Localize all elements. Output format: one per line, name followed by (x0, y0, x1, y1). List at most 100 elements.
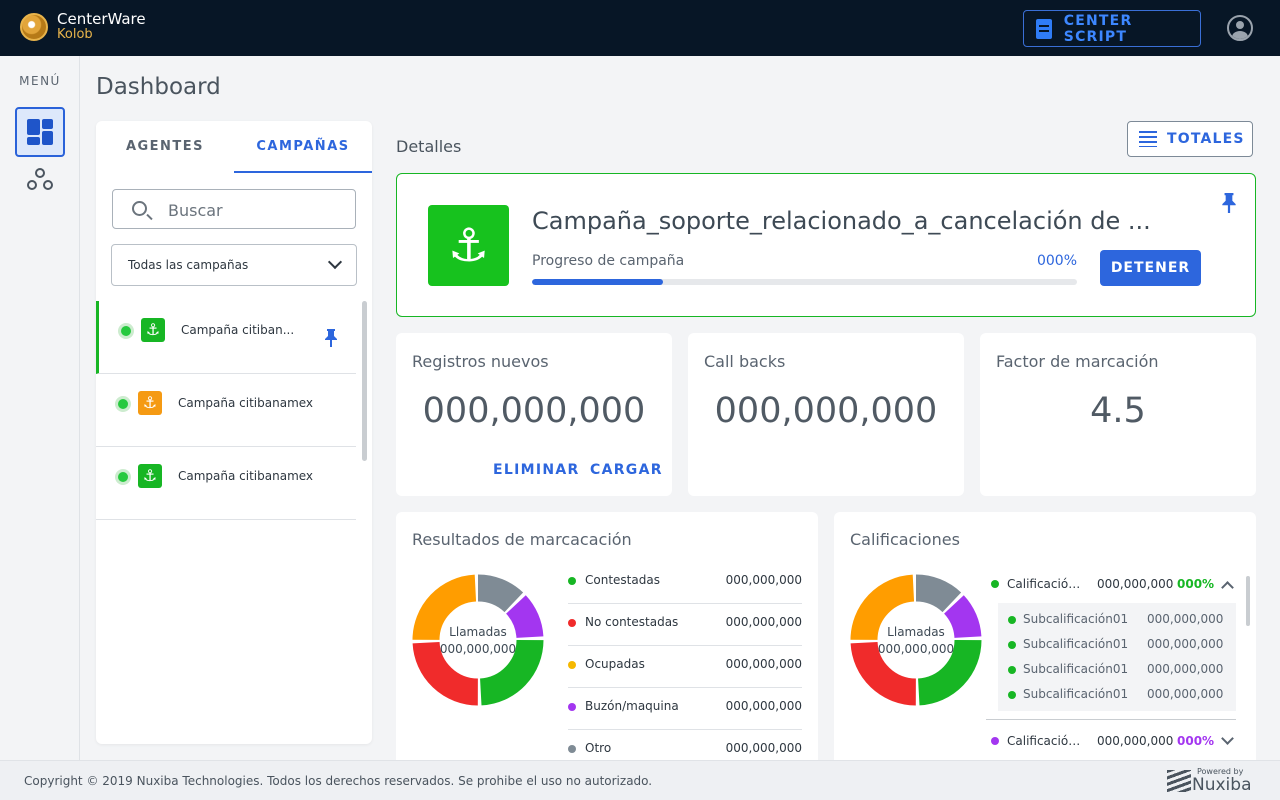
brand-sub: Kolob (57, 27, 93, 42)
campaign-list-item[interactable]: ⚓ Campaña citibanamex (96, 374, 356, 447)
search-icon (132, 201, 147, 216)
legend-name: Otro (585, 741, 612, 755)
legend-dot (1008, 616, 1016, 624)
legend-name: No contestadas (585, 615, 679, 629)
delete-button[interactable]: ELIMINAR (493, 462, 580, 478)
scrollbar[interactable] (362, 301, 367, 461)
qualification-value: 000,000,000 (1097, 734, 1174, 748)
stop-button[interactable]: DETENER (1100, 250, 1201, 286)
anchor-icon: ⚓ (138, 391, 162, 415)
stat-card-callbacks: Call backs 000,000,000 (688, 333, 964, 496)
legend-name: Contestadas (585, 573, 660, 587)
campaign-name: Campaña citibanamex (178, 469, 314, 483)
status-dot (121, 326, 131, 336)
search-box (112, 189, 356, 229)
progress-bar (532, 279, 1077, 285)
campaign-list-item[interactable]: ⚓ Campaña citibanamex (96, 447, 356, 520)
document-icon (1036, 18, 1052, 39)
anchor-icon: ⚓ (138, 464, 162, 488)
dashboard-menu-icon[interactable] (15, 107, 65, 157)
pin-icon[interactable] (1222, 193, 1236, 213)
side-menu: MENÚ (0, 56, 80, 760)
subqualification-name: Subcalificación01 (1023, 637, 1129, 651)
menu-label: MENÚ (19, 74, 61, 88)
center-script-button[interactable]: CENTER SCRIPT (1023, 10, 1201, 47)
stat-label: Registros nuevos (412, 352, 549, 371)
subqualification-value: 000,000,000 (1147, 687, 1224, 701)
campaigns-menu-icon[interactable] (27, 168, 55, 194)
legend-value: 000,000,000 (725, 741, 802, 755)
legend-value: 000,000,000 (725, 657, 802, 671)
qualification-name: Calificación... (1007, 734, 1087, 748)
subqualification-row: Subcalificación01 000,000,000 (1008, 685, 1228, 705)
anchor-icon: ⚓ (141, 318, 165, 342)
tab-campanas[interactable]: CAMPAÑAS (234, 121, 372, 173)
donut-center-label: Llamadas (887, 625, 945, 639)
copyright-text: Copyright © 2019 Nuxiba Technologies. To… (24, 774, 653, 788)
donut-center-text: Llamadas 000,000,000 (412, 624, 544, 658)
qualification-percent: 000% (1177, 734, 1215, 748)
card-title: Calificaciones (850, 530, 960, 549)
load-button[interactable]: CARGAR (590, 462, 663, 478)
legend-dot (568, 577, 576, 585)
chevron-up-icon[interactable] (1221, 581, 1234, 594)
footer: Copyright © 2019 Nuxiba Technologies. To… (0, 760, 1280, 800)
qualification-row[interactable]: Calificación... 000,000,000 000% (990, 731, 1234, 755)
tab-agentes[interactable]: AGENTES (96, 121, 234, 173)
campaign-list-item[interactable]: ⚓ Campaña citiban... (96, 301, 356, 374)
subqualification-row: Subcalificación01 000,000,000 (1008, 610, 1228, 630)
chevron-down-icon (327, 254, 343, 270)
donut-center-value: 000,000,000 (439, 642, 517, 656)
legend-dot (1008, 691, 1016, 699)
subqualification-row: Subcalificación01 000,000,000 (1008, 635, 1228, 655)
legend-row: Contestadas 000,000,000 (568, 562, 802, 604)
legend-dot (568, 661, 576, 669)
campaign-filter-value: Todas las campañas (128, 258, 249, 272)
subqualification-name: Subcalificación01 (1023, 687, 1129, 701)
centerware-logo-icon (20, 13, 48, 41)
legend-value: 000,000,000 (725, 615, 802, 629)
legend-value: 000,000,000 (725, 699, 802, 713)
subqualification-value: 000,000,000 (1147, 637, 1224, 651)
selected-campaign-card: ⚓ Campaña_soporte_relacionado_a_cancelac… (396, 173, 1256, 317)
subqualification-row: Subcalificación01 000,000,000 (1008, 660, 1228, 680)
search-input[interactable] (168, 198, 348, 222)
user-account-icon[interactable] (1227, 15, 1253, 41)
status-dot (118, 399, 128, 409)
brand-name: CenterWare (57, 10, 146, 28)
dial-results-card: Resultados de marcacación Llamadas 000,0… (396, 512, 818, 772)
card-title: Resultados de marcacación (412, 530, 632, 549)
subqualification-name: Subcalificación01 (1023, 662, 1129, 676)
subqualification-list: Subcalificación01 000,000,000 Subcalific… (998, 603, 1236, 711)
divider (986, 719, 1236, 720)
status-dot (118, 472, 128, 482)
subqualification-name: Subcalificación01 (1023, 612, 1129, 626)
pin-icon[interactable] (325, 329, 337, 347)
legend-dot (568, 703, 576, 711)
progress-value: 000% (1036, 253, 1077, 269)
anchor-icon: ⚓ (428, 205, 509, 286)
qualifications-card: Calificaciones Llamadas 000,000,000 Cali… (834, 512, 1256, 772)
totales-button[interactable]: TOTALES (1127, 121, 1253, 157)
stat-label: Factor de marcación (996, 352, 1159, 371)
subqualification-value: 000,000,000 (1147, 612, 1224, 626)
qualification-row[interactable]: Calificación... 000,000,000 000% (990, 574, 1234, 598)
nuxiba-logo-icon (1167, 770, 1191, 792)
scrollbar[interactable] (1246, 576, 1250, 626)
subqualification-value: 000,000,000 (1147, 662, 1224, 676)
qualification-name: Calificación... (1007, 577, 1087, 591)
donut-center-label: Llamadas (449, 625, 507, 639)
legend-value: 000,000,000 (725, 573, 802, 587)
stat-card-new-records: Registros nuevos 000,000,000 ELIMINAR CA… (396, 333, 672, 496)
chevron-down-icon[interactable] (1221, 732, 1234, 745)
legend-name: Ocupadas (585, 657, 645, 671)
campaign-panel: AGENTES CAMPAÑAS Todas las campañas ⚓ Ca… (96, 121, 372, 744)
legend-dot (1008, 641, 1016, 649)
progress-label: Progreso de campaña (532, 253, 685, 269)
progress-fill (532, 279, 663, 285)
legend-row: Ocupadas 000,000,000 (568, 646, 802, 688)
campaign-name: Campaña citibanamex (178, 396, 314, 410)
legend-dot (991, 737, 999, 745)
stat-value: 000,000,000 (714, 391, 938, 431)
campaign-filter-select[interactable]: Todas las campañas (111, 244, 357, 286)
